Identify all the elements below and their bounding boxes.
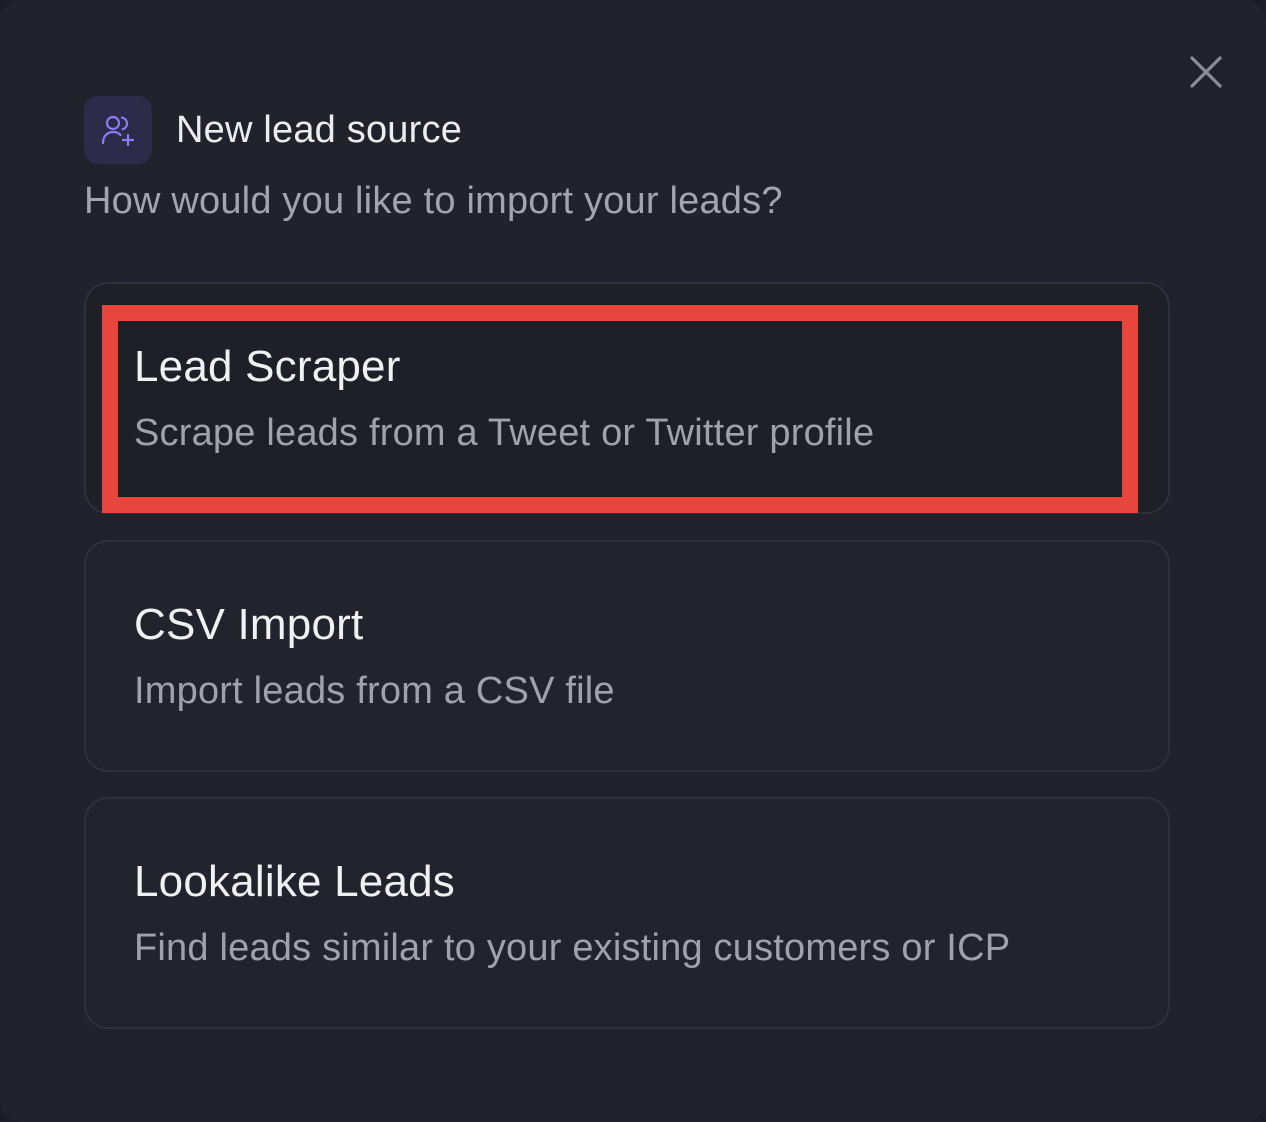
users-plus-icon: [84, 96, 152, 164]
dialog-title: New lead source: [176, 108, 463, 151]
dialog-header: New lead source: [84, 96, 462, 164]
option-description: Find leads similar to your existing cust…: [134, 927, 1011, 969]
option-description: Scrape leads from a Tweet or Twitter pro…: [134, 412, 875, 454]
new-lead-source-dialog: New lead source How would you like to im…: [0, 0, 1266, 1122]
close-button[interactable]: [1186, 52, 1226, 92]
dialog-subtitle: How would you like to import your leads?: [84, 180, 783, 222]
option-lead-scraper[interactable]: Lead Scraper Scrape leads from a Tweet o…: [84, 282, 1170, 514]
option-title: Lead Scraper: [134, 342, 401, 391]
option-csv-import[interactable]: CSV Import Import leads from a CSV file: [84, 540, 1170, 772]
option-title: Lookalike Leads: [134, 857, 456, 906]
option-lookalike-leads[interactable]: Lookalike Leads Find leads similar to yo…: [84, 797, 1170, 1029]
option-title: CSV Import: [134, 600, 364, 649]
close-icon: [1190, 56, 1222, 88]
option-description: Import leads from a CSV file: [134, 670, 615, 712]
